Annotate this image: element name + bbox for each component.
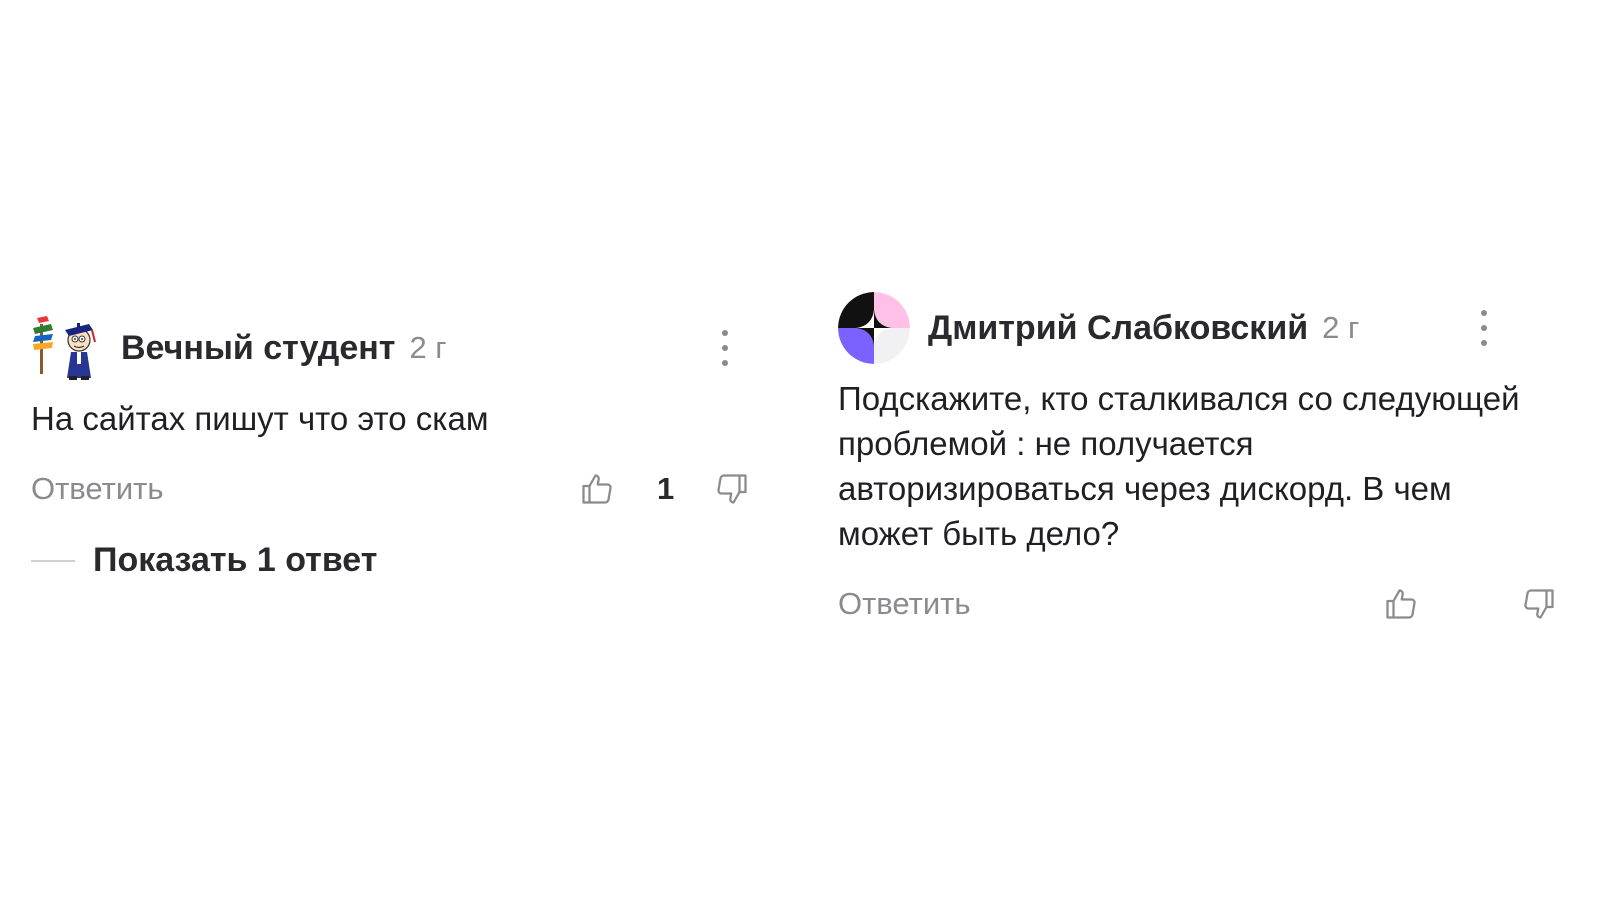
menu-dot [722, 345, 728, 351]
menu-dot [722, 330, 728, 336]
student-cartoon-avatar[interactable] [31, 312, 103, 384]
comment-age: 2 г [1322, 310, 1360, 345]
sparkle-avatar[interactable] [838, 292, 910, 364]
thumbs-down-icon[interactable] [1521, 586, 1557, 622]
thumbs-down-icon[interactable] [714, 471, 750, 507]
show-replies-label: Показать 1 ответ [93, 541, 378, 579]
show-replies-button[interactable]: Показать 1 ответ [31, 541, 761, 580]
reply-button[interactable]: Ответить [31, 471, 164, 507]
reply-button[interactable]: Ответить [838, 586, 971, 622]
menu-dot [722, 360, 728, 366]
comment-card: Дмитрий Слабковский 2 г Подскажите, кто … [838, 292, 1568, 634]
comment-header: Дмитрий Слабковский 2 г [838, 292, 1568, 364]
comment-card: Вечный студент 2 г На сайтах пишут что э… [31, 312, 761, 580]
thumbs-up-icon[interactable] [579, 471, 615, 507]
more-vertical-icon[interactable] [715, 330, 735, 366]
thumbs-up-icon[interactable] [1383, 586, 1419, 622]
comment-author[interactable]: Дмитрий Слабковский [928, 309, 1308, 348]
comment-text: На сайтах пишут что это скам [31, 400, 489, 437]
comment-text: Подскажите, кто сталкивался со следующей… [838, 380, 1520, 552]
like-count: 1 [657, 471, 675, 506]
thread-line [31, 559, 75, 562]
comment-header: Вечный студент 2 г [31, 312, 761, 384]
menu-dot [1481, 310, 1487, 316]
comments-page: Вечный студент 2 г На сайтах пишут что э… [0, 0, 1600, 900]
comment-actions: Ответить 1 [31, 459, 761, 519]
comment-author[interactable]: Вечный студент [121, 329, 395, 368]
menu-dot [1481, 325, 1487, 331]
more-vertical-icon[interactable] [1474, 310, 1494, 346]
menu-dot [1481, 340, 1487, 346]
comment-age: 2 г [409, 330, 447, 365]
comment-actions: Ответить [838, 574, 1568, 634]
